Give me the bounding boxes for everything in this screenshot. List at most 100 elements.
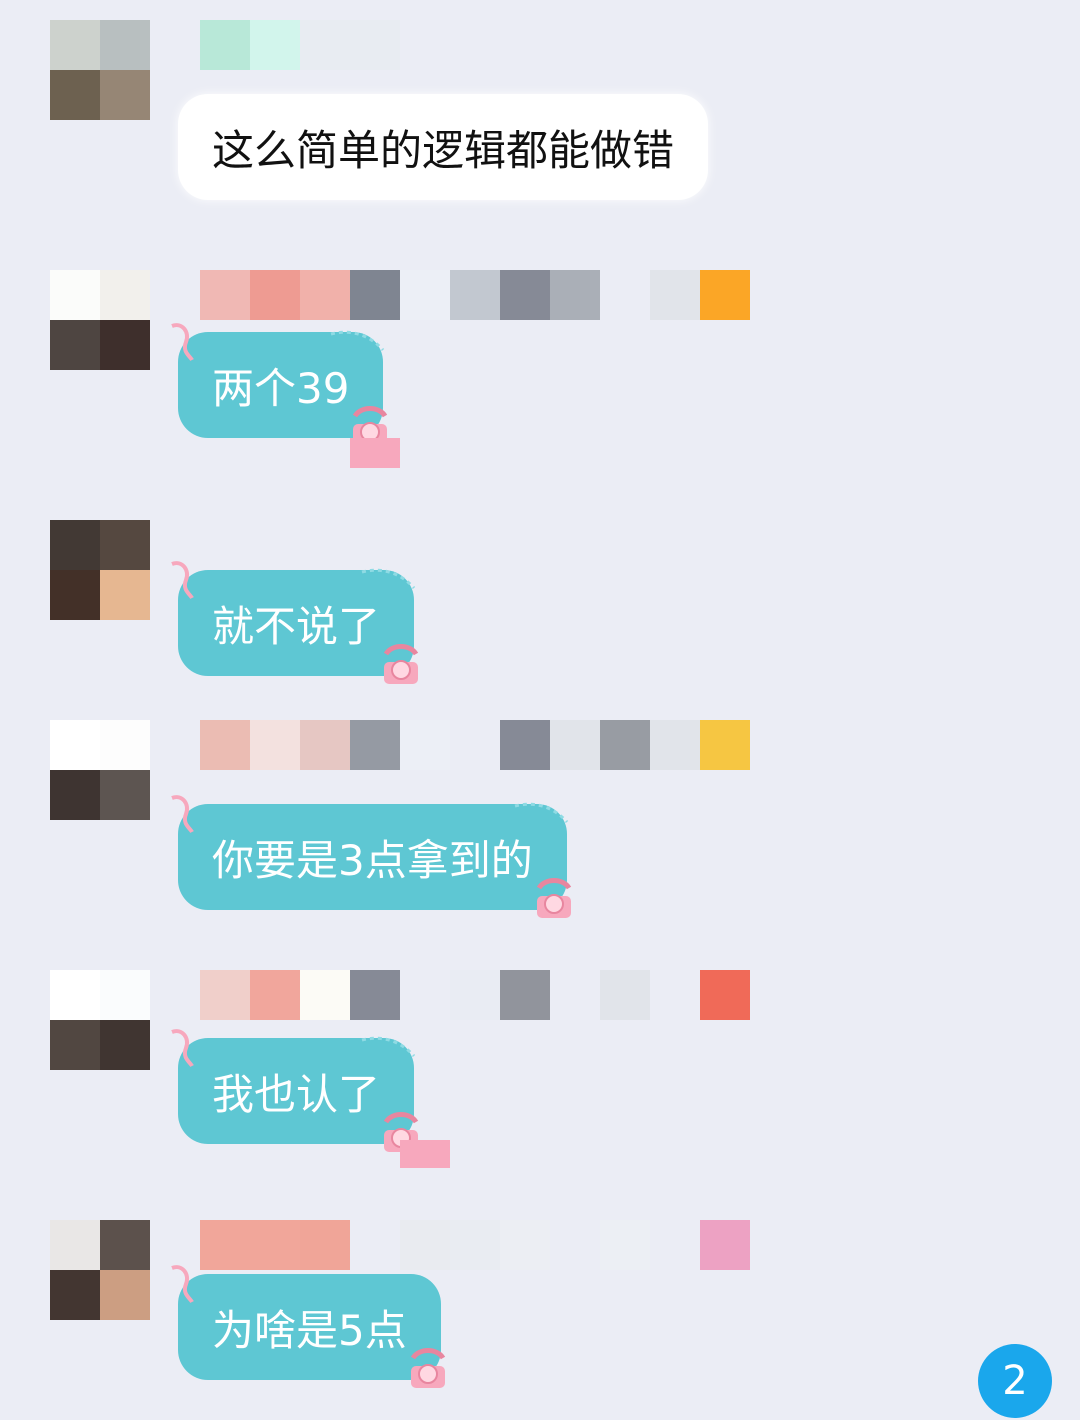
avatar-mosaic-cell — [50, 20, 100, 70]
name-mosaic-cell — [400, 1220, 450, 1270]
name-mosaic-cell — [450, 1220, 500, 1270]
unread-count-badge[interactable]: 2 — [978, 1344, 1052, 1418]
name-mosaic-cell — [400, 720, 450, 770]
name-mosaic-cell — [700, 1220, 750, 1270]
name-mosaic-cell — [500, 970, 550, 1020]
bubble-ribbon-icon — [171, 1029, 194, 1068]
name-mosaic-cell — [350, 720, 400, 770]
avatar-mosaic-cell — [100, 970, 150, 1020]
name-mosaic-cell — [550, 1220, 600, 1270]
avatar-mosaic-cell — [100, 1220, 150, 1270]
sender-name-blurred — [200, 970, 750, 1020]
avatar-mosaic-cell — [100, 1270, 150, 1320]
avatar[interactable] — [50, 270, 150, 370]
name-mosaic-cell — [300, 970, 350, 1020]
phone-base-decoration — [350, 438, 400, 468]
avatar[interactable] — [50, 1220, 150, 1320]
name-mosaic-cell — [650, 270, 700, 320]
telephone-icon — [536, 878, 571, 918]
name-mosaic-cell — [650, 1220, 700, 1270]
message-bubble[interactable]: 这么简单的逻辑都能做错 — [178, 94, 709, 200]
name-mosaic-cell — [500, 270, 550, 320]
bubble-lace-icon — [361, 568, 416, 590]
sender-name-blurred — [200, 1220, 750, 1270]
bubble-lace-icon — [514, 802, 568, 824]
bubble-lace-icon — [331, 330, 385, 352]
name-mosaic-cell — [300, 720, 350, 770]
name-mosaic-cell — [300, 20, 350, 70]
message-text: 我也认了 — [212, 1069, 381, 1119]
avatar-mosaic-cell — [50, 1020, 100, 1070]
avatar-mosaic-cell — [50, 720, 100, 770]
name-mosaic-cell — [450, 970, 500, 1020]
name-mosaic-cell — [650, 970, 700, 1020]
message-text: 你要是3点拿到的 — [212, 835, 533, 885]
avatar-mosaic-cell — [100, 70, 150, 120]
avatar-mosaic-cell — [50, 570, 100, 620]
name-mosaic-cell — [600, 1220, 650, 1270]
name-mosaic-cell — [600, 720, 650, 770]
name-mosaic-cell — [550, 270, 600, 320]
avatar-mosaic-cell — [50, 70, 100, 120]
avatar-mosaic-cell — [50, 270, 100, 320]
bubble-ribbon-icon — [171, 1265, 194, 1304]
name-mosaic-cell — [250, 20, 300, 70]
name-mosaic-cell — [350, 270, 400, 320]
name-mosaic-cell — [400, 270, 450, 320]
bubble-lace-icon — [361, 1036, 416, 1058]
message-text: 这么简单的逻辑都能做错 — [212, 125, 675, 175]
name-mosaic-cell — [250, 720, 300, 770]
avatar-mosaic-cell — [50, 1220, 100, 1270]
telephone-icon — [410, 1348, 445, 1388]
avatar-mosaic-cell — [50, 320, 100, 370]
sender-name-blurred — [200, 270, 750, 320]
name-mosaic-cell — [250, 270, 300, 320]
name-mosaic-cell — [450, 270, 500, 320]
avatar-mosaic-cell — [100, 770, 150, 820]
name-mosaic-cell — [550, 720, 600, 770]
avatar-mosaic-cell — [50, 1270, 100, 1320]
avatar-mosaic-cell — [50, 520, 100, 570]
avatar[interactable] — [50, 520, 150, 620]
message-bubble[interactable]: 就不说了 — [171, 561, 419, 684]
message-bubble[interactable]: 我也认了 — [171, 1029, 419, 1152]
name-mosaic-cell — [700, 970, 750, 1020]
name-mosaic-cell — [350, 20, 400, 70]
name-mosaic-cell — [450, 720, 500, 770]
name-mosaic-cell — [200, 1220, 250, 1270]
name-mosaic-cell — [250, 1220, 300, 1270]
avatar-mosaic-cell — [50, 770, 100, 820]
avatar-mosaic-cell — [100, 720, 150, 770]
name-mosaic-cell — [200, 970, 250, 1020]
message-bubble[interactable]: 两个39 — [171, 323, 388, 446]
avatar[interactable] — [50, 20, 150, 120]
avatar-mosaic-cell — [100, 1020, 150, 1070]
name-mosaic-cell — [550, 970, 600, 1020]
phone-base-decoration — [400, 1140, 450, 1168]
name-mosaic-cell — [200, 270, 250, 320]
avatar-mosaic-cell — [100, 320, 150, 370]
message-bubble[interactable]: 为啥是5点 — [171, 1265, 445, 1388]
message-text: 为啥是5点 — [212, 1305, 407, 1355]
avatar-mosaic-cell — [100, 520, 150, 570]
name-mosaic-cell — [650, 720, 700, 770]
message-text: 就不说了 — [212, 601, 381, 651]
avatar-mosaic-cell — [50, 970, 100, 1020]
name-mosaic-cell — [250, 970, 300, 1020]
message-bubble[interactable]: 你要是3点拿到的 — [171, 795, 571, 918]
avatar[interactable] — [50, 970, 150, 1070]
name-mosaic-cell — [350, 1220, 400, 1270]
name-mosaic-cell — [400, 970, 450, 1020]
name-mosaic-cell — [700, 720, 750, 770]
avatar-mosaic-cell — [100, 20, 150, 70]
avatar[interactable] — [50, 720, 150, 820]
avatar-mosaic-cell — [100, 270, 150, 320]
sender-name-blurred — [200, 720, 750, 770]
avatar-mosaic-cell — [100, 570, 150, 620]
name-mosaic-cell — [200, 720, 250, 770]
telephone-icon — [383, 644, 419, 684]
name-mosaic-cell — [300, 1220, 350, 1270]
name-mosaic-cell — [600, 270, 650, 320]
name-mosaic-cell — [500, 720, 550, 770]
bubble-ribbon-icon — [171, 323, 194, 362]
